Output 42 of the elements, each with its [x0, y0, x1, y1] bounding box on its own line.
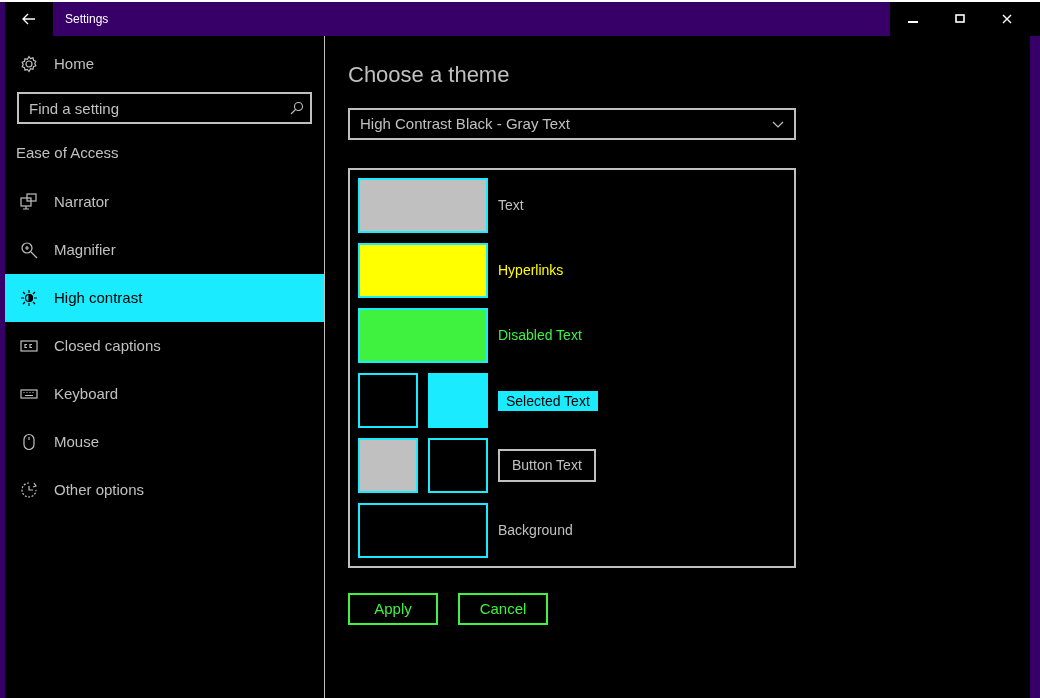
nav-item[interactable]: Closed captions [5, 322, 324, 370]
nav-item[interactable]: Keyboard [5, 370, 324, 418]
color-label: Background [498, 521, 573, 540]
close-icon [1001, 14, 1012, 24]
color-label: Text [498, 196, 524, 215]
maximize-icon [955, 14, 965, 24]
nav-item[interactable]: Other options [5, 466, 324, 514]
mouse-icon [20, 433, 38, 451]
settings-icon [20, 55, 38, 73]
color-swatch[interactable] [358, 373, 418, 428]
color-swatch[interactable] [358, 308, 488, 363]
color-label: Hyperlinks [498, 261, 564, 280]
section-heading: Ease of Access [15, 143, 120, 163]
narrator-icon [20, 193, 38, 211]
back-arrow-icon [22, 13, 36, 25]
color-swatch[interactable] [358, 438, 418, 493]
home-link[interactable]: Home [5, 40, 324, 88]
clock-icon [20, 481, 38, 499]
selected-text-sample: Selected Text [498, 390, 598, 411]
button-text-sample: Button Text [498, 449, 596, 482]
apply-button[interactable]: Apply [348, 593, 438, 625]
closed-captions-icon [20, 337, 38, 355]
color-swatch[interactable] [358, 503, 488, 558]
sun-icon [20, 289, 38, 307]
nav-item[interactable]: Mouse [5, 418, 324, 466]
nav-item[interactable]: Magnifier [5, 226, 324, 274]
color-swatch[interactable] [428, 438, 488, 493]
color-swatch[interactable] [358, 178, 488, 233]
nav-item[interactable]: High contrast [5, 274, 324, 322]
cancel-button[interactable]: Cancel [458, 593, 548, 625]
minimize-icon [908, 21, 919, 23]
theme-dropdown[interactable]: High Contrast Black - Gray Text [348, 108, 796, 140]
color-swatch[interactable] [428, 373, 488, 428]
magnifier-icon [20, 241, 38, 259]
chevron-down-icon [772, 120, 784, 128]
search-icon [290, 101, 304, 115]
nav-item[interactable]: Narrator [5, 178, 324, 226]
page-heading: Choose a theme [348, 61, 511, 89]
color-label: Disabled Text [498, 326, 582, 345]
search-field[interactable]: Find a setting [17, 92, 312, 124]
window-title: Settings [65, 11, 109, 28]
color-swatch[interactable] [358, 243, 488, 298]
